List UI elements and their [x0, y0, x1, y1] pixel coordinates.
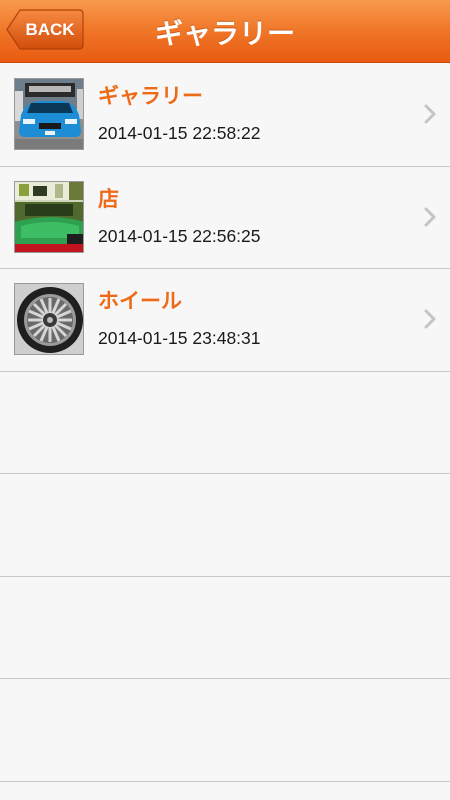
empty-row [0, 371, 450, 474]
shop-interior-thumbnail [14, 180, 84, 253]
chevron-right-icon [424, 207, 436, 226]
row-title: 店 [98, 186, 119, 211]
page-title: ギャラリー [154, 16, 295, 50]
gallery-list: ギャラリー 2014-01-15 22:58:22 店 2014-01-15 2… [0, 64, 450, 782]
row-title: ホイール [98, 289, 182, 313]
chevron-right-icon [424, 309, 436, 329]
chevron-right-icon [424, 104, 436, 124]
gallery-row-1[interactable]: ギャラリー 2014-01-15 22:58:22 [0, 64, 450, 167]
row-date: 2014-01-15 23:48:31 [98, 328, 261, 348]
empty-row [0, 576, 450, 679]
gallery-row-2[interactable]: 店 2014-01-15 22:56:25 [0, 166, 450, 269]
navigation-bar: BACK ギャラリー [0, 0, 450, 63]
blue-car-thumbnail [14, 78, 84, 150]
gallery-row-3[interactable]: ホイール 2014-01-15 23:48:31 [0, 269, 450, 372]
row-title: ギャラリー [98, 84, 203, 108]
row-date: 2014-01-15 22:58:22 [98, 123, 261, 143]
wheel-thumbnail [14, 283, 84, 355]
empty-row [0, 679, 450, 782]
empty-row [0, 474, 450, 577]
row-date: 2014-01-15 22:56:25 [98, 225, 261, 246]
